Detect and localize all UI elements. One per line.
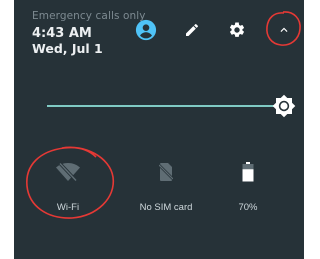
wifi-off-icon xyxy=(56,162,80,182)
user-button[interactable] xyxy=(132,16,160,44)
settings-icon xyxy=(229,22,245,37)
tile-wifi-label: Wi-Fi xyxy=(56,202,80,213)
edit-button[interactable] xyxy=(178,16,206,44)
clock-date[interactable]: Wed, Jul 1 xyxy=(32,41,103,56)
brightness-slider-track[interactable] xyxy=(47,105,279,107)
quick-settings-panel: Emergency calls only 4:43 AM Wed, Jul 1 xyxy=(14,0,304,259)
battery-icon xyxy=(242,162,254,182)
user-icon xyxy=(135,19,157,41)
chevron-up-icon xyxy=(280,27,288,32)
brightness-icon xyxy=(272,94,296,118)
clock-time[interactable]: 4:43 AM xyxy=(32,26,92,41)
tile-battery[interactable]: 70% xyxy=(208,150,288,220)
tile-sim[interactable]: No SIM card xyxy=(126,150,206,220)
tile-sim-label: No SIM card xyxy=(139,202,193,213)
edit-icon xyxy=(186,23,198,36)
settings-button[interactable] xyxy=(223,16,251,44)
collapse-button[interactable] xyxy=(270,16,298,44)
carrier-status: Emergency calls only xyxy=(32,10,146,22)
no-sim-icon xyxy=(159,163,173,181)
brightness-slider-thumb[interactable] xyxy=(271,93,297,119)
tile-wifi[interactable]: Wi-Fi xyxy=(28,150,108,220)
tile-battery-label: 70% xyxy=(238,202,258,213)
